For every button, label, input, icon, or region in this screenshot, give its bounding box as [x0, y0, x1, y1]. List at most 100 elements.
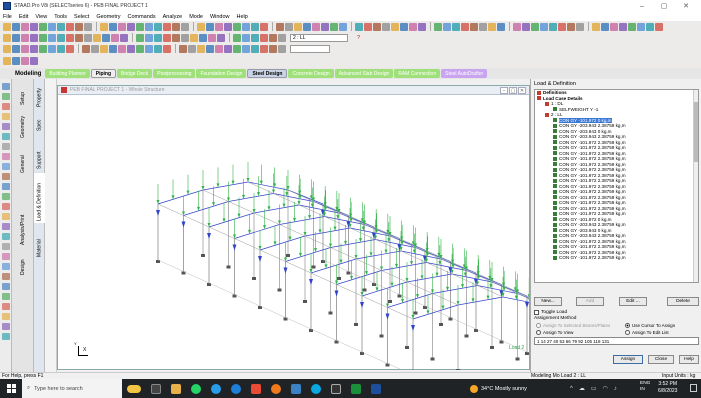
toolbar-button-icon[interactable]: [136, 33, 144, 42]
toolbar-button-icon[interactable]: [233, 33, 241, 42]
whatsapp-icon[interactable]: [191, 383, 201, 394]
toolbar-button-icon[interactable]: [30, 57, 38, 65]
toolbar-button-icon[interactable]: [3, 33, 11, 42]
toolbar-button-icon[interactable]: [21, 33, 29, 42]
toolbar-button-icon[interactable]: [66, 22, 74, 31]
toolbar-button-icon[interactable]: [208, 33, 216, 42]
toolbar-button-icon[interactable]: [48, 33, 56, 42]
toolbar-button-icon[interactable]: [154, 33, 162, 42]
toolbar-button-icon[interactable]: [197, 44, 205, 53]
new-button[interactable]: New...: [534, 297, 562, 306]
toolbar-button-icon[interactable]: [188, 44, 196, 53]
cursor-tool-icon[interactable]: [2, 113, 10, 120]
subtab-load-definition[interactable]: Load & Definition: [34, 173, 45, 223]
toolbar-button-icon[interactable]: [109, 44, 117, 53]
toolbar-button-icon[interactable]: [497, 22, 505, 31]
toolbar-button-icon[interactable]: [100, 44, 108, 53]
toolbar-button-icon[interactable]: [109, 22, 117, 31]
view-combo[interactable]: [290, 44, 330, 53]
toolbar-button-icon[interactable]: [181, 33, 189, 42]
toolbar-button-icon[interactable]: [364, 22, 372, 31]
toolbar-button-icon[interactable]: [260, 22, 268, 31]
cursor-tool-icon[interactable]: [2, 173, 10, 180]
task-view-icon[interactable]: [151, 383, 161, 394]
cursor-tool-icon[interactable]: [2, 163, 10, 170]
cursor-tool-icon[interactable]: [2, 313, 10, 320]
toolbar-button-icon[interactable]: [163, 33, 171, 42]
toolbar-button-icon[interactable]: [21, 22, 29, 31]
toolbar-button-icon[interactable]: [39, 44, 47, 53]
toolbar-button-icon[interactable]: [21, 57, 29, 65]
toolbar-button-icon[interactable]: [294, 22, 302, 31]
toolbar-button-icon[interactable]: [163, 22, 171, 31]
structure-drawing[interactable]: [58, 96, 529, 370]
toolbar-button-icon[interactable]: [330, 22, 338, 31]
cursor-tool-icon[interactable]: [2, 203, 10, 210]
toolbar-button-icon[interactable]: [39, 22, 47, 31]
toolbar-button-icon[interactable]: [269, 33, 277, 42]
close-panel-button[interactable]: Close: [648, 355, 674, 364]
toolbar-button-icon[interactable]: [409, 22, 417, 31]
toolbar-button-icon[interactable]: [400, 22, 408, 31]
toolbar-button-icon[interactable]: [233, 44, 241, 53]
toolbar-button-icon[interactable]: [100, 22, 108, 31]
toolbar-button-icon[interactable]: [199, 33, 207, 42]
tree-scrollbar-thumb[interactable]: [694, 102, 698, 162]
toolbar-button-icon[interactable]: [601, 22, 609, 31]
clock[interactable]: 3:52 PM 6/8/2023: [658, 381, 677, 395]
toolbar-button-icon[interactable]: [619, 22, 627, 31]
taskbar-search-box[interactable]: ⌕ Type here to search: [22, 379, 122, 398]
cursor-tool-icon[interactable]: [2, 83, 10, 90]
toolbar-button-icon[interactable]: [136, 22, 144, 31]
toolbar-button-icon[interactable]: [610, 22, 618, 31]
toolbar-button-icon[interactable]: [470, 22, 478, 31]
toolbar-button-icon[interactable]: [260, 44, 268, 53]
cursor-tool-icon[interactable]: [2, 303, 10, 310]
viewport-close-button[interactable]: ✕: [518, 87, 526, 94]
toolbar-button-icon[interactable]: [3, 57, 11, 65]
outlook-icon[interactable]: [291, 383, 301, 394]
viewport-restore-button[interactable]: ▢: [509, 87, 517, 94]
terminal-icon[interactable]: [331, 383, 341, 394]
subtab-spec[interactable]: Spec: [34, 111, 45, 133]
toolbar-button-icon[interactable]: [242, 22, 250, 31]
skype-icon[interactable]: [311, 383, 321, 394]
close-button[interactable]: ✕: [675, 0, 697, 12]
toolbar-button-icon[interactable]: [339, 22, 347, 31]
toolbar-button-icon[interactable]: [136, 44, 144, 53]
cursor-tool-icon[interactable]: [2, 143, 10, 150]
tab-advanced-slab-design[interactable]: Advanced Slab Design: [334, 69, 394, 78]
toolbar-button-icon[interactable]: [66, 33, 74, 42]
cursor-tool-icon[interactable]: [2, 283, 10, 290]
toolbar-button-icon[interactable]: [513, 22, 521, 31]
toolbar-button-icon[interactable]: [540, 22, 548, 31]
toolbar-button-icon[interactable]: [479, 22, 487, 31]
toolbar-button-icon[interactable]: [303, 22, 311, 31]
firefox-icon[interactable]: [271, 383, 281, 394]
toolbar-button-icon[interactable]: [285, 22, 293, 31]
toolbar-button-icon[interactable]: [576, 22, 584, 31]
toolbar-button-icon[interactable]: [12, 44, 20, 53]
tree-scrollbar[interactable]: [693, 90, 698, 282]
use-cursor-option[interactable]: Use Cursor To Assign: [625, 323, 675, 328]
toolbar-button-icon[interactable]: [154, 44, 162, 53]
toolbar-button-icon[interactable]: [30, 44, 38, 53]
toolbar-button-icon[interactable]: [181, 22, 189, 31]
cursor-tool-icon[interactable]: [2, 153, 10, 160]
delete-button[interactable]: Delete: [667, 297, 699, 306]
toolbar-button-icon[interactable]: [461, 22, 469, 31]
toolbar-button-icon[interactable]: [452, 22, 460, 31]
menu-geometry[interactable]: Geometry: [96, 14, 120, 20]
toolbar-button-icon[interactable]: [206, 22, 214, 31]
cursor-tool-icon[interactable]: [2, 213, 10, 220]
toolbar-button-icon[interactable]: [3, 44, 11, 53]
assign-button[interactable]: Assign: [613, 355, 643, 364]
viewport-minimize-button[interactable]: –: [500, 87, 508, 94]
toolbar-button-icon[interactable]: [111, 33, 119, 42]
toolbar-button-icon[interactable]: [57, 33, 65, 42]
cursor-tool-icon[interactable]: [2, 273, 10, 280]
toolbar-button-icon[interactable]: [224, 22, 232, 31]
menu-help[interactable]: Help: [237, 14, 248, 20]
subtab-material[interactable]: Material: [34, 227, 45, 259]
page-tab-geometry[interactable]: Geometry: [13, 108, 33, 140]
